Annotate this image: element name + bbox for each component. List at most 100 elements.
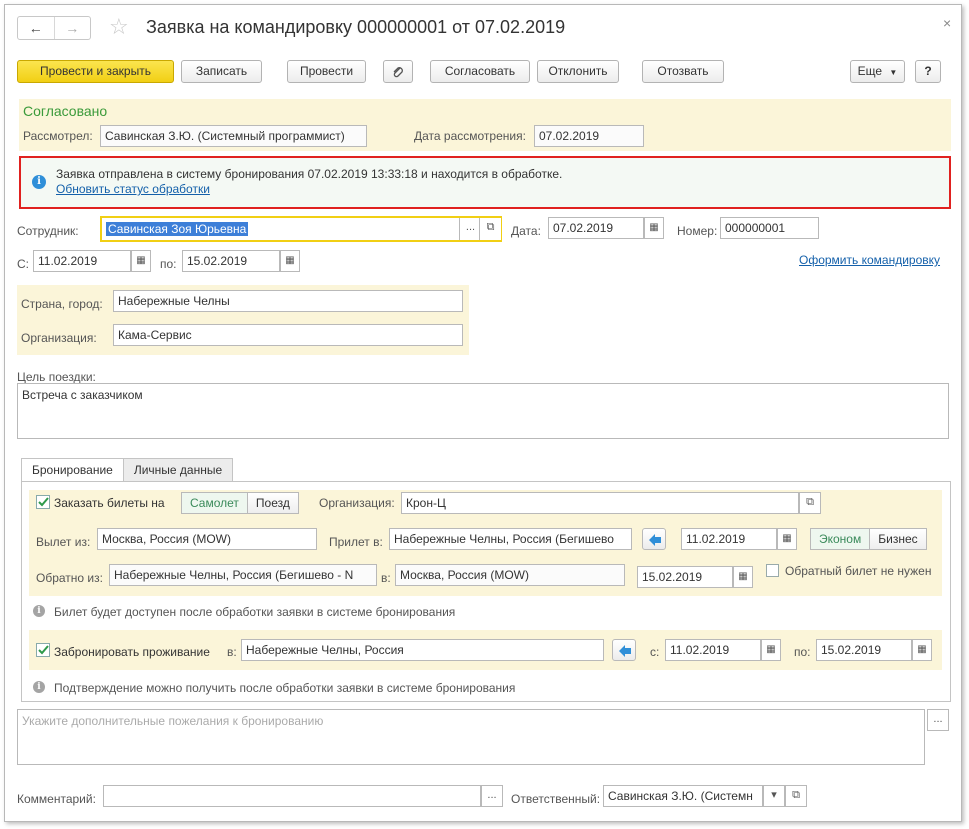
return-label: Обратно из:	[36, 571, 103, 585]
hotel-label: Забронировать проживание	[54, 645, 210, 659]
hotel-to-label: по:	[794, 645, 811, 659]
city-field[interactable]: Набережные Челны	[113, 290, 463, 312]
attach-button[interactable]	[383, 60, 413, 83]
wishes-textarea[interactable]: Укажите дополнительные пожелания к брони…	[17, 709, 925, 765]
hotel-to-field[interactable]: 15.02.2019	[816, 639, 912, 661]
destination-panel: Страна, город: Набережные Челны Организа…	[17, 285, 469, 355]
dropdown-caret-icon[interactable]: ▾	[763, 785, 785, 807]
return-to-field[interactable]: Москва, Россия (MOW)	[395, 564, 625, 586]
approval-state: Согласовано	[23, 103, 108, 119]
back-arrow-icon[interactable]: ←	[18, 17, 54, 39]
help-button[interactable]: ?	[915, 60, 941, 83]
responsible-field[interactable]: Савинская З.Ю. (Системн	[603, 785, 763, 807]
return-date-field[interactable]: 15.02.2019	[637, 566, 733, 588]
tab-personal-data[interactable]: Личные данные	[122, 458, 234, 482]
transport-train[interactable]: Поезд	[246, 493, 298, 513]
more-label: Еще	[857, 64, 883, 78]
calendar-icon[interactable]: ▦	[733, 566, 753, 588]
from-date-label: С:	[17, 257, 29, 271]
open-icon[interactable]: ⧉	[799, 492, 821, 514]
number-field[interactable]: 000000001	[720, 217, 819, 239]
write-button[interactable]: Записать	[181, 60, 262, 83]
hotel-panel: Забронировать проживание в: Набережные Ч…	[29, 630, 942, 670]
comment-label: Комментарий:	[17, 792, 96, 806]
no-return-checkbox[interactable]	[766, 564, 779, 577]
employee-field[interactable]: Савинская Зоя Юрьевна	[100, 216, 502, 242]
hotel-note: Подтверждение можно получить после обраб…	[54, 681, 516, 695]
wishes-expand-button[interactable]: ...	[927, 709, 949, 731]
booking-notice-panel: i Заявка отправлена в систему бронирован…	[19, 156, 951, 209]
swap-hotel-button[interactable]	[612, 639, 636, 661]
comment-field[interactable]	[103, 785, 481, 807]
responsible-label: Ответственный:	[511, 792, 601, 806]
review-date-field: 07.02.2019	[534, 125, 644, 147]
info-icon: i	[33, 681, 45, 693]
dropdown-caret-icon: ▼	[889, 68, 898, 77]
from-date-field[interactable]: 11.02.2019	[33, 250, 131, 272]
open-icon[interactable]: ⧉	[479, 218, 501, 240]
purpose-textarea[interactable]: Встреча с заказчиком	[17, 383, 949, 439]
tickets-checkbox[interactable]	[36, 495, 50, 509]
organization-field[interactable]: Кама-Сервис	[113, 324, 463, 346]
reject-button[interactable]: Отклонить	[537, 60, 619, 83]
info-icon: i	[32, 175, 46, 189]
hotel-checkbox[interactable]	[36, 643, 50, 657]
approval-status-panel: Согласовано Рассмотрел: Савинская З.Ю. (…	[19, 99, 951, 151]
ticket-note: Билет будет доступен после обработки зая…	[54, 605, 456, 619]
calendar-icon[interactable]: ▦	[131, 250, 151, 272]
return-from-field[interactable]: Набережные Челны, Россия (Бегишево - N	[109, 564, 377, 586]
arrow-left-icon	[619, 645, 631, 657]
to-date-field[interactable]: 15.02.2019	[182, 250, 280, 272]
calendar-icon[interactable]: ▦	[912, 639, 932, 661]
booking-org-field[interactable]: Крон-Ц	[401, 492, 799, 514]
document-window: ← → ☆ Заявка на командировку 000000001 о…	[4, 4, 962, 822]
arrive-field[interactable]: Набережные Челны, Россия (Бегишево	[389, 528, 632, 550]
open-icon[interactable]: ⧉	[785, 785, 807, 807]
forward-arrow-icon[interactable]: →	[53, 17, 91, 39]
employee-select-button[interactable]: ...	[459, 218, 481, 240]
calendar-icon[interactable]: ▦	[280, 250, 300, 272]
post-and-close-button[interactable]: Провести и закрыть	[17, 60, 174, 83]
post-button[interactable]: Провести	[287, 60, 366, 83]
reviewer-label: Рассмотрел:	[23, 129, 93, 143]
tab-booking[interactable]: Бронирование	[21, 458, 124, 482]
date-label: Дата:	[511, 224, 541, 238]
city-label: Страна, город:	[21, 297, 103, 311]
reviewer-field: Савинская З.Ю. (Системный программист)	[100, 125, 367, 147]
hotel-city-field[interactable]: Набережные Челны, Россия	[241, 639, 604, 661]
transport-plane[interactable]: Самолет	[182, 493, 247, 513]
calendar-icon[interactable]: ▦	[777, 528, 797, 550]
swap-route-button[interactable]	[642, 528, 666, 550]
arrow-left-icon	[649, 534, 661, 546]
employee-label: Сотрудник:	[17, 224, 79, 238]
hotel-from-field[interactable]: 11.02.2019	[665, 639, 761, 661]
nav-buttons: ← →	[17, 16, 91, 40]
comment-expand-button[interactable]: ...	[481, 785, 503, 807]
close-icon[interactable]: ×	[943, 15, 951, 31]
depart-field[interactable]: Москва, Россия (MOW)	[97, 528, 317, 550]
calendar-icon[interactable]: ▦	[761, 639, 781, 661]
issue-trip-link[interactable]: Оформить командировку	[799, 253, 940, 267]
approve-button[interactable]: Согласовать	[430, 60, 530, 83]
employee-value: Савинская Зоя Юрьевна	[106, 222, 249, 236]
class-economy[interactable]: Эконом	[811, 529, 870, 549]
number-label: Номер:	[677, 224, 718, 238]
return-to-label: в:	[381, 571, 391, 585]
recall-button[interactable]: Отозвать	[642, 60, 724, 83]
depart-date-field[interactable]: 11.02.2019	[681, 528, 777, 550]
refresh-status-link[interactable]: Обновить статус обработки	[56, 182, 210, 196]
notice-text: Заявка отправлена в систему бронирования…	[56, 167, 563, 181]
transport-toggle[interactable]: Самолет Поезд	[181, 492, 299, 514]
hotel-from-label: с:	[650, 645, 660, 659]
class-business[interactable]: Бизнес	[869, 529, 926, 549]
more-menu-button[interactable]: Еще ▼	[850, 60, 905, 83]
class-toggle[interactable]: Эконом Бизнес	[810, 528, 927, 550]
calendar-icon[interactable]: ▦	[644, 217, 664, 239]
favorite-star-icon[interactable]: ☆	[109, 14, 129, 40]
date-field[interactable]: 07.02.2019	[548, 217, 644, 239]
review-date-label: Дата рассмотрения:	[414, 129, 526, 143]
info-icon: i	[33, 605, 45, 617]
to-date-label: по:	[160, 257, 177, 271]
tab-bar: Бронирование Личные данные	[21, 458, 234, 482]
paperclip-icon	[393, 67, 403, 78]
